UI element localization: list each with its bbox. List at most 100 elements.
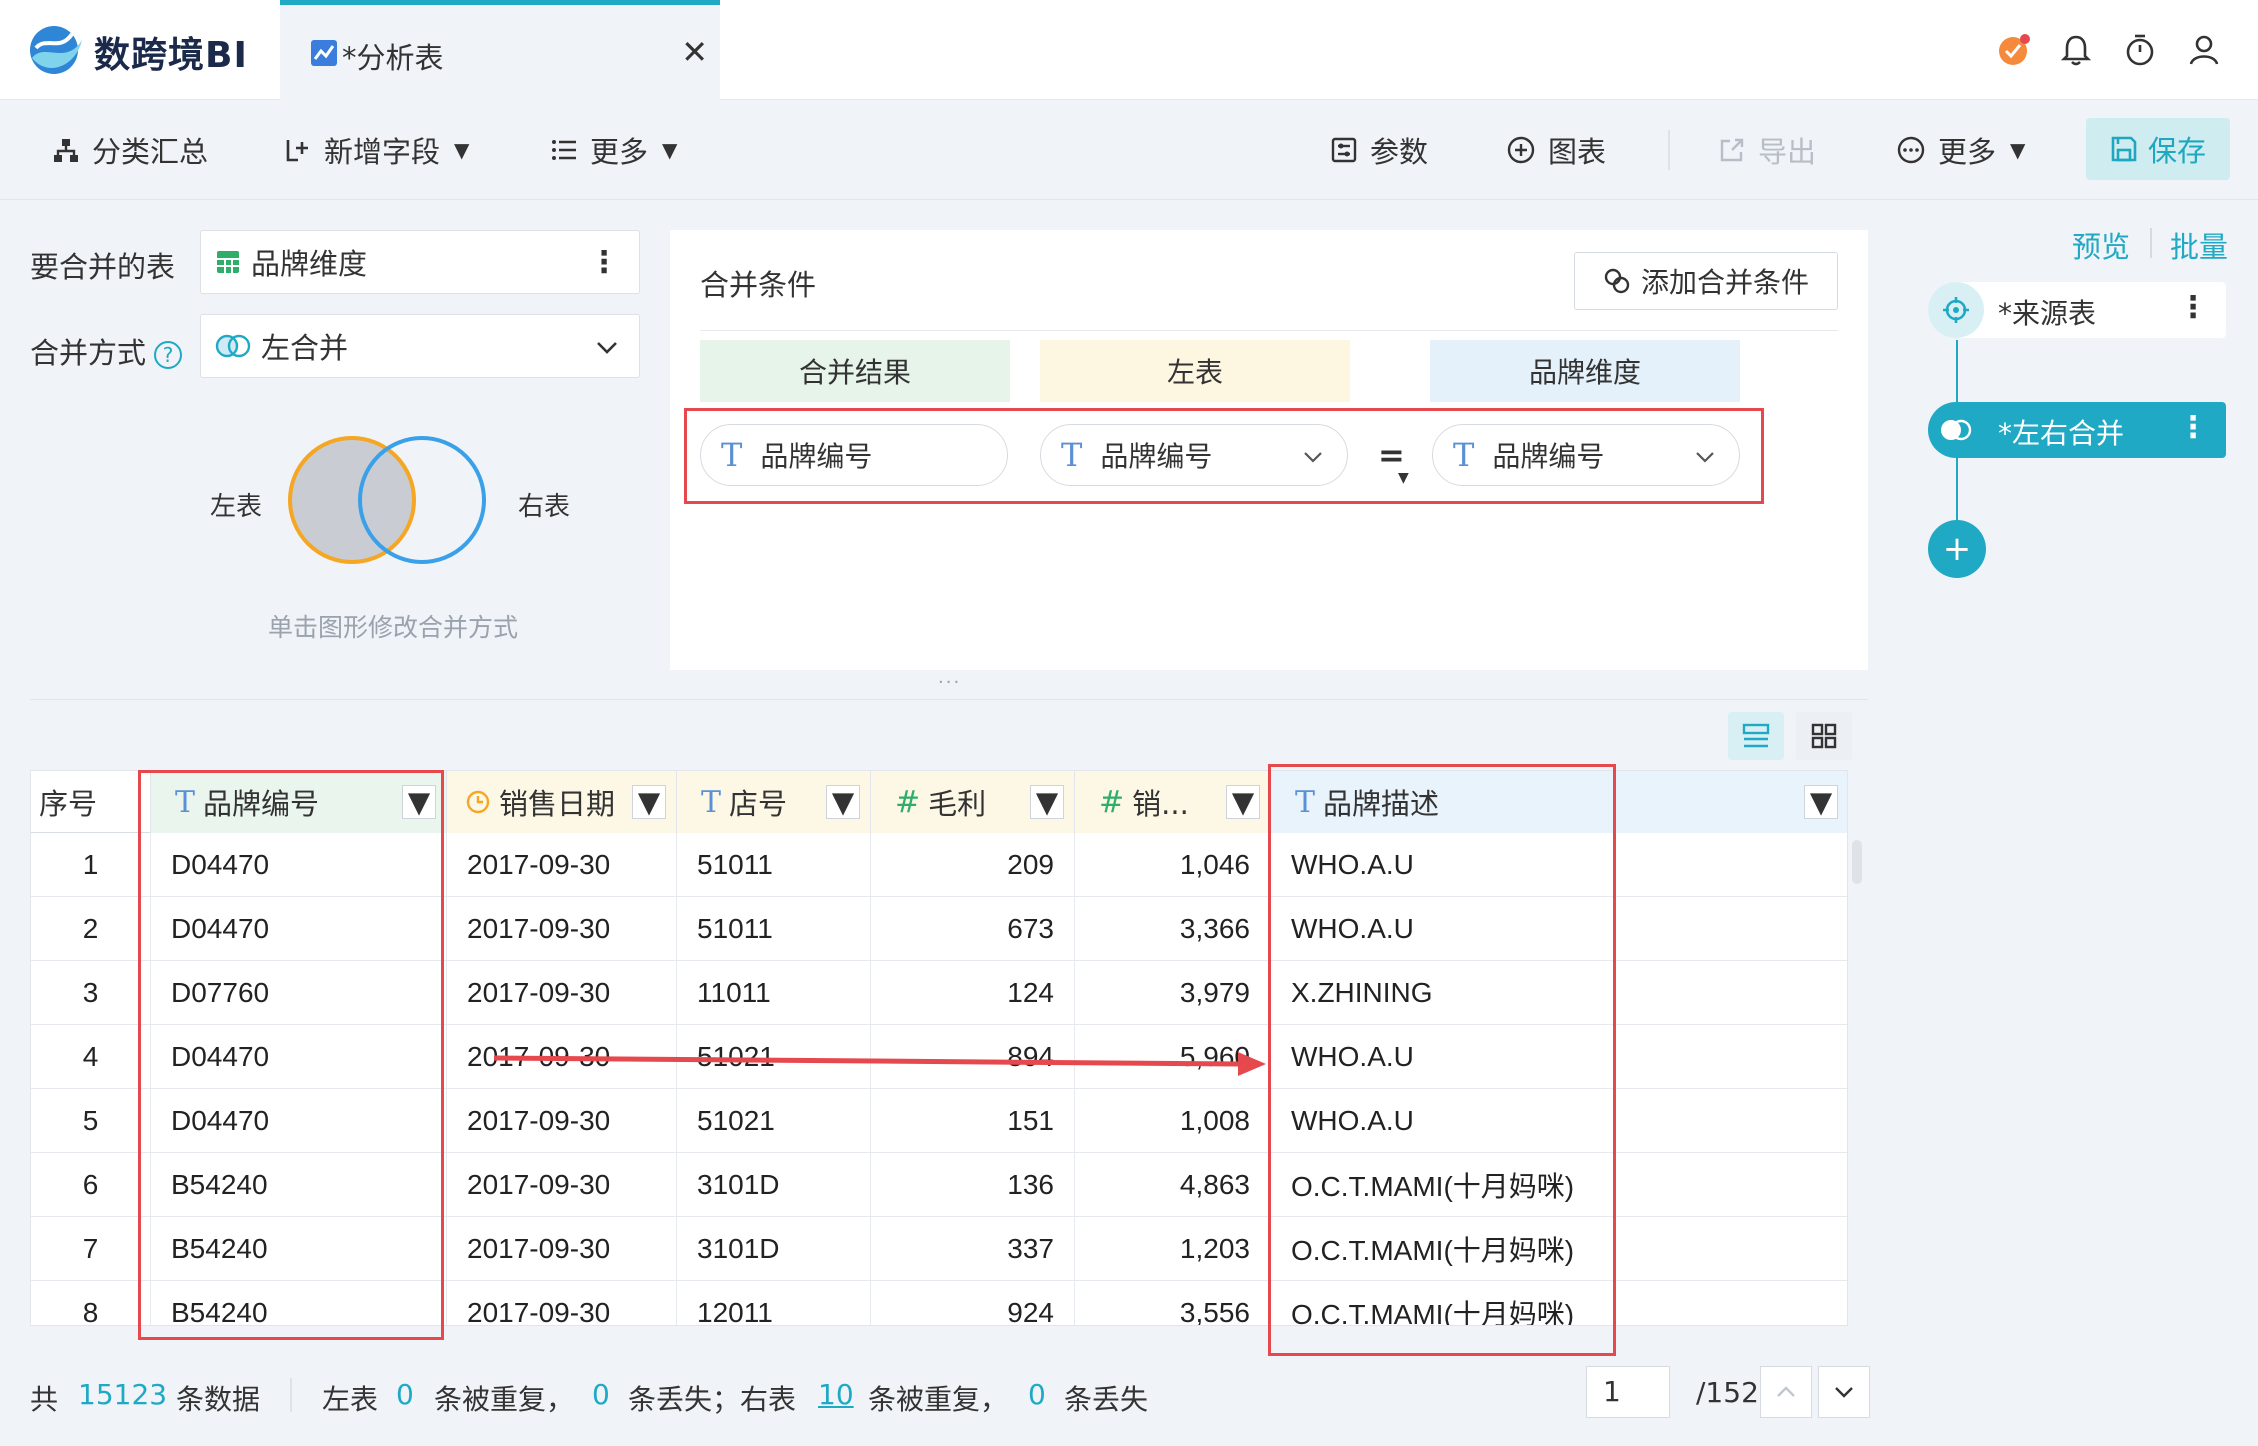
margin-cell[interactable]: 924 bbox=[871, 1281, 1075, 1325]
view-grid-button[interactable] bbox=[1796, 712, 1852, 760]
margin-cell[interactable]: 124 bbox=[871, 961, 1075, 1025]
kebab-menu-icon[interactable]: ⋮ bbox=[2178, 290, 2208, 325]
drag-handle-icon[interactable]: ··· bbox=[938, 672, 961, 693]
timer-icon[interactable] bbox=[2122, 32, 2158, 68]
add-condition-label: 添加合并条件 bbox=[1640, 266, 1809, 299]
add-node-button[interactable]: + bbox=[1928, 520, 1986, 578]
preview-link[interactable]: 预览 bbox=[2072, 224, 2130, 266]
merge-mode-select[interactable]: 左合并 bbox=[200, 314, 640, 378]
chart-button[interactable]: 图表 bbox=[1506, 128, 1606, 172]
bell-icon[interactable] bbox=[2058, 32, 2094, 68]
more-left-button[interactable]: 更多 ▼ bbox=[550, 128, 677, 172]
caret-down-icon: ▼ bbox=[662, 138, 678, 162]
notification-badge-icon[interactable] bbox=[1996, 32, 2032, 68]
sales-cell[interactable]: 1,203 bbox=[1075, 1217, 1271, 1281]
tab-analysis[interactable]: *分析表 ✕ bbox=[280, 0, 720, 100]
add-condition-button[interactable]: 添加合并条件 bbox=[1574, 252, 1838, 310]
row-index[interactable]: 4 bbox=[31, 1025, 151, 1089]
store-cell[interactable]: 3101D bbox=[677, 1153, 871, 1217]
sales-cell[interactable]: 1,008 bbox=[1075, 1089, 1271, 1153]
store-cell[interactable]: 51011 bbox=[677, 897, 871, 961]
row-index[interactable]: 1 bbox=[31, 833, 151, 897]
export-button[interactable]: 导出 bbox=[1718, 128, 1816, 172]
column-dropdown-icon[interactable]: ▼ bbox=[826, 785, 860, 819]
column-dropdown-icon[interactable]: ▼ bbox=[1030, 785, 1064, 819]
sales-date-cell[interactable]: 2017-09-30 bbox=[447, 897, 677, 961]
chevron-down-icon bbox=[597, 342, 617, 354]
more-left-label: 更多 bbox=[590, 135, 649, 169]
right-dup-count-link[interactable]: 10 bbox=[818, 1378, 854, 1411]
venn-diagram[interactable] bbox=[286, 430, 492, 570]
column-header-sales[interactable]: # 销... ▼ bbox=[1075, 771, 1271, 833]
row-index[interactable]: 7 bbox=[31, 1217, 151, 1281]
column-header-sales-date[interactable]: 销售日期 ▼ bbox=[447, 771, 677, 833]
footer-text: 条被重复， bbox=[868, 1383, 1009, 1416]
highlight-brand-code-column bbox=[138, 770, 444, 1340]
caret-down-icon: ▼ bbox=[454, 138, 470, 162]
result-column-header: 合并结果 bbox=[700, 340, 1010, 402]
sales-cell[interactable]: 3,366 bbox=[1075, 897, 1271, 961]
panel-splitter[interactable] bbox=[30, 699, 1868, 700]
store-cell[interactable]: 51011 bbox=[677, 833, 871, 897]
total-count: 15123 bbox=[78, 1378, 168, 1411]
store-cell[interactable]: 12011 bbox=[677, 1281, 871, 1325]
sales-cell[interactable]: 4,863 bbox=[1075, 1153, 1271, 1217]
store-cell[interactable]: 3101D bbox=[677, 1217, 871, 1281]
column-header-index[interactable]: 序号 bbox=[31, 771, 151, 833]
column-dropdown-icon[interactable]: ▼ bbox=[1226, 785, 1260, 819]
kebab-menu-icon[interactable]: ⋮ bbox=[2178, 410, 2208, 445]
view-table-button[interactable] bbox=[1728, 712, 1784, 760]
sales-cell[interactable]: 3,979 bbox=[1075, 961, 1271, 1025]
user-icon[interactable] bbox=[2186, 32, 2222, 68]
margin-cell[interactable]: 209 bbox=[871, 833, 1075, 897]
row-index[interactable]: 3 bbox=[31, 961, 151, 1025]
chart-label: 图表 bbox=[1548, 135, 1607, 169]
margin-cell[interactable]: 673 bbox=[871, 897, 1075, 961]
more-right-button[interactable]: 更多 ▼ bbox=[1896, 128, 2025, 172]
kebab-menu-icon[interactable]: ⋮ bbox=[589, 245, 619, 280]
venn-right-label: 右表 bbox=[518, 492, 571, 522]
number-type-icon: # bbox=[1099, 784, 1125, 820]
save-button[interactable]: 保存 bbox=[2086, 118, 2230, 180]
sales-date-cell[interactable]: 2017-09-30 bbox=[447, 1153, 677, 1217]
column-header-store[interactable]: T 店号 ▼ bbox=[677, 771, 871, 833]
add-circle-icon bbox=[1507, 136, 1535, 164]
row-index[interactable]: 2 bbox=[31, 897, 151, 961]
store-cell[interactable]: 11011 bbox=[677, 961, 871, 1025]
sales-cell[interactable]: 3,556 bbox=[1075, 1281, 1271, 1325]
sales-date-cell[interactable]: 2017-09-30 bbox=[447, 1281, 677, 1325]
prev-page-button[interactable] bbox=[1760, 1366, 1812, 1418]
top-header: 数跨境BI *分析表 ✕ bbox=[0, 0, 2258, 100]
footer-text: 条数据 bbox=[176, 1383, 261, 1416]
link-icon bbox=[1604, 268, 1630, 294]
flow-node-source[interactable]: *来源表 ⋮ bbox=[1928, 282, 2226, 338]
batch-link[interactable]: 批量 bbox=[2170, 224, 2228, 266]
flow-node-merge[interactable]: *左右合并 ⋮ bbox=[1928, 402, 2226, 458]
sales-date-cell[interactable]: 2017-09-30 bbox=[447, 961, 677, 1025]
row-index[interactable]: 8 bbox=[31, 1281, 151, 1325]
merge-table-select[interactable]: 品牌维度 ⋮ bbox=[200, 230, 640, 294]
sales-date-cell[interactable]: 2017-09-30 bbox=[447, 1089, 677, 1153]
page-number-input[interactable]: 1 bbox=[1586, 1366, 1670, 1418]
next-page-button[interactable] bbox=[1818, 1366, 1870, 1418]
table-view-icon bbox=[1742, 723, 1770, 748]
sales-cell[interactable]: 1,046 bbox=[1075, 833, 1271, 897]
column-dropdown-icon[interactable]: ▼ bbox=[632, 785, 666, 819]
row-index[interactable]: 5 bbox=[31, 1089, 151, 1153]
column-dropdown-icon[interactable]: ▼ bbox=[1804, 785, 1838, 819]
margin-cell[interactable]: 136 bbox=[871, 1153, 1075, 1217]
sales-date-cell[interactable]: 2017-09-30 bbox=[447, 1217, 677, 1281]
row-index[interactable]: 6 bbox=[31, 1153, 151, 1217]
close-icon[interactable]: ✕ bbox=[681, 33, 708, 71]
list-icon bbox=[552, 140, 576, 160]
params-button[interactable]: 参数 bbox=[1330, 128, 1428, 172]
group-summary-button[interactable]: 分类汇总 bbox=[52, 128, 208, 172]
margin-cell[interactable]: 337 bbox=[871, 1217, 1075, 1281]
margin-cell[interactable]: 151 bbox=[871, 1089, 1075, 1153]
sales-date-cell[interactable]: 2017-09-30 bbox=[447, 833, 677, 897]
add-field-button[interactable]: 新增字段 ▼ bbox=[284, 128, 469, 172]
column-header-margin[interactable]: # 毛利 ▼ bbox=[871, 771, 1075, 833]
vertical-scrollbar[interactable] bbox=[1852, 840, 1862, 884]
store-cell[interactable]: 51021 bbox=[677, 1089, 871, 1153]
help-icon[interactable]: ? bbox=[154, 341, 183, 369]
